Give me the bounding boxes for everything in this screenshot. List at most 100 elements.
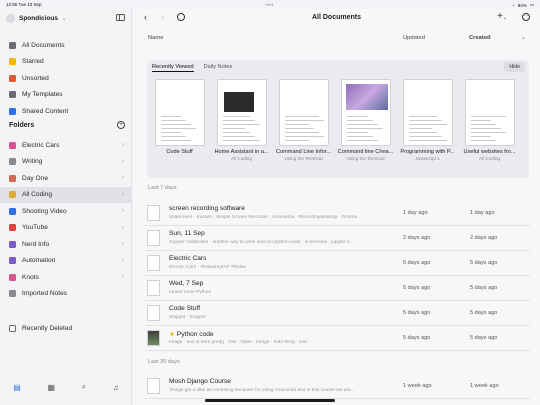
chevron-right-icon[interactable]: ›: [122, 159, 124, 165]
section-heading: Last 7 days: [148, 185, 177, 191]
documents-tab-icon[interactable]: ▤: [13, 383, 21, 392]
recent-card[interactable]: Home Assistant in a... All Coding: [212, 79, 271, 161]
sort-chevron-icon[interactable]: ⌄: [521, 35, 526, 41]
wifi-icon: ◔: [512, 2, 515, 8]
sidebar-item-day-one[interactable]: Day One ›: [0, 170, 132, 187]
tab-recently-viewed[interactable]: Recently Viewed: [152, 64, 194, 72]
sidebar-item-imported-notes[interactable]: Imported Notes: [0, 286, 132, 303]
folder-list: Electric Cars › Writing › Day One › All Coding…: [0, 137, 132, 302]
knot-icon: [9, 273, 16, 281]
document-title: screen recording software: [169, 205, 245, 212]
document-title-text: screen recording software: [169, 205, 245, 212]
search-icon[interactable]: ⌕: [82, 382, 86, 392]
car-icon: [9, 141, 16, 149]
chevron-right-icon[interactable]: ›: [122, 142, 124, 148]
tab-daily-notes[interactable]: Daily Notes: [204, 64, 233, 72]
sidebar-bottom-bar: ▤ ▦ ⌕ ♫: [0, 379, 132, 395]
updated-date: 5 days ago: [403, 260, 431, 266]
list-item[interactable]: Electric Cars Electric Cars · #NissanLEAF…: [145, 251, 530, 276]
document-thumbnail: [147, 330, 160, 346]
home-indicator: [205, 399, 335, 402]
column-created[interactable]: Created: [469, 35, 491, 41]
recent-card[interactable]: Code Stuff: [150, 79, 209, 161]
chevron-right-icon[interactable]: ›: [122, 208, 124, 214]
column-name[interactable]: Name: [148, 35, 163, 41]
sidebar-item-knots[interactable]: Knots ›: [0, 269, 132, 286]
sidebar-item-automation[interactable]: Automation ›: [0, 253, 132, 270]
more-options-icon[interactable]: ···: [522, 13, 530, 21]
list-item[interactable]: Wed, 7 Sep Learnt more Python 5 days ago 5 …: [145, 276, 530, 301]
sidebar-item-youtube[interactable]: YouTube ›: [0, 220, 132, 237]
sidebar-nav: All Documents Starred Unsorted My Templates…: [0, 37, 132, 120]
sidebar-item-starred[interactable]: Starred: [0, 54, 132, 71]
status-right: ◔ 84% ▭: [512, 2, 534, 8]
video-icon: [9, 224, 16, 232]
document-title: Wed, 7 Sep: [169, 280, 203, 287]
document-snippet: Things got a little bit confusing becaus…: [169, 388, 355, 393]
sidebar-item-label: Nerd Info: [22, 240, 50, 248]
sidebar-item-all-documents[interactable]: All Documents: [0, 37, 132, 54]
list-item[interactable]: screen recording software Volkscreen · Ka…: [145, 201, 530, 226]
share-icon: [9, 107, 16, 115]
document-thumbnail: [464, 79, 515, 146]
recent-card[interactable]: Command line Chea... Using the Terminal: [336, 79, 395, 161]
toolbar: ‹ › All Documents +⌄ ···: [133, 9, 540, 27]
sidebar-item-shooting-video[interactable]: Shooting Video ›: [0, 203, 132, 220]
list-item[interactable]: Code Stuff Snippet · Snippet 5 days ago 5 d…: [145, 301, 530, 326]
document-thumbnail: [147, 378, 160, 394]
sidebar-item-electric-cars[interactable]: Electric Cars ›: [0, 137, 132, 154]
tray-icon: [9, 74, 16, 82]
calendar-tab-icon[interactable]: ▦: [47, 383, 55, 392]
sidebar-item-recently-deleted[interactable]: Recently Deleted: [0, 320, 132, 337]
list-item[interactable]: ★ Python code Image · text in here print()…: [145, 326, 530, 351]
document-thumbnail: [147, 230, 160, 246]
chevron-right-icon[interactable]: ›: [122, 192, 124, 198]
list-item[interactable]: Sun, 11 Sep Jupyter notebooks · another w…: [145, 226, 530, 251]
chevron-right-icon[interactable]: ›: [122, 175, 124, 181]
chevron-right-icon[interactable]: ›: [122, 225, 124, 231]
document-title: ★ Python code: [169, 330, 214, 338]
created-date: 1 day ago: [470, 210, 495, 216]
add-folder-icon[interactable]: +: [117, 121, 125, 129]
card-title: Code Stuff: [166, 149, 193, 155]
sidebar-item-my-templates[interactable]: My Templates: [0, 87, 132, 104]
sidebar-item-label: All Coding: [22, 191, 53, 199]
sidebar-item-all-coding[interactable]: All Coding ›: [0, 186, 132, 203]
chevron-right-icon[interactable]: ›: [122, 258, 124, 264]
column-updated[interactable]: Updated: [403, 35, 425, 41]
recent-card[interactable]: Useful websites fro... All Coding: [460, 79, 519, 161]
sidebar-item-shared-content[interactable]: Shared Content: [0, 103, 132, 120]
document-title: Mosh Django Course: [169, 378, 231, 385]
sidebar-item-label: Shared Content: [22, 107, 69, 115]
sidebar-item-writing[interactable]: Writing ›: [0, 154, 132, 171]
document-thumbnail: [147, 305, 160, 321]
battery-percent: 84%: [517, 2, 527, 8]
card-title: Home Assistant in a...: [214, 149, 269, 155]
sidebar-item-unsorted[interactable]: Unsorted: [0, 70, 132, 87]
account-name: Spondicious: [19, 15, 58, 22]
document-snippet: Snippet · Snippet: [169, 315, 206, 320]
document-title-text: Sun, 11 Sep: [169, 230, 205, 237]
document-snippet: Volkscreen · Kazam · Simple Screen Recor…: [169, 215, 362, 220]
sidebar-toggle-icon[interactable]: [116, 14, 125, 21]
hide-button[interactable]: Hide: [504, 62, 525, 72]
created-date: 2 days ago: [470, 235, 498, 241]
sidebar-item-label: Knots: [22, 273, 39, 281]
recently-viewed-panel: Recently Viewed Daily Notes Hide Code St…: [147, 60, 529, 178]
notifications-bell-icon[interactable]: ♫: [113, 383, 119, 392]
card-title: Programming with P...: [400, 149, 455, 155]
sidebar-item-nerd-info[interactable]: Nerd Info ›: [0, 236, 132, 253]
updated-date: 2 days ago: [403, 235, 431, 241]
account-switcher[interactable]: Spondicious ⌄: [6, 14, 66, 23]
created-date: 5 days ago: [470, 335, 498, 341]
recent-card[interactable]: Programming with P... Javascript 1: [398, 79, 457, 161]
chevron-right-icon[interactable]: ›: [122, 274, 124, 280]
recent-card[interactable]: Command Line Infor... Using the Terminal: [274, 79, 333, 161]
document-thumbnail: [147, 255, 160, 271]
sidebar-item-label: All Documents: [22, 41, 65, 49]
chevron-right-icon[interactable]: ›: [122, 241, 124, 247]
chevron-down-icon: ⌄: [62, 15, 67, 22]
column-header: Name Updated Created ⌄: [133, 35, 540, 45]
list-item[interactable]: Mosh Django Course Things got a little bi…: [145, 374, 530, 399]
new-document-button[interactable]: +⌄: [497, 11, 507, 22]
